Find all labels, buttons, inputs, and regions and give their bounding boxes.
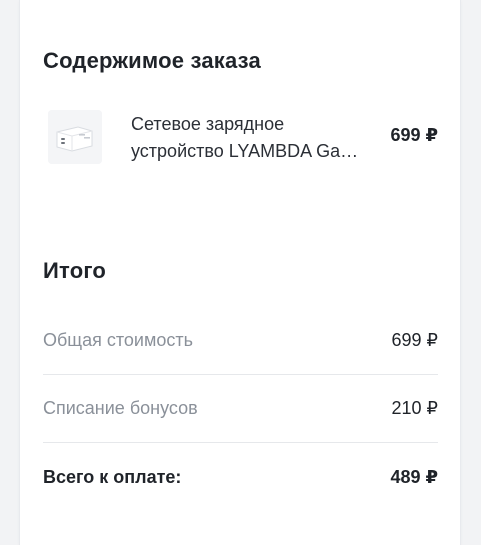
order-item[interactable]: Сетевое зарядное устройство LYAMBDA Ga… … [48, 108, 440, 168]
total-value: 489 ₽ [390, 466, 438, 487]
charger-icon [48, 110, 102, 164]
summary-row-subtotal: Общая стоимость 699 ₽ [43, 307, 438, 375]
charger-product-image[interactable] [48, 110, 102, 164]
summary-list: Общая стоимость 699 ₽ Списание бонусов 2… [43, 307, 438, 511]
bonus-value: 210 ₽ [391, 398, 439, 418]
summary-row-total: Всего к оплате: 489 ₽ [43, 443, 438, 511]
summary-title: Итого [43, 258, 107, 283]
subtotal-value: 699 ₽ [391, 330, 439, 350]
subtotal-label: Общая стоимость [43, 330, 193, 350]
item-name[interactable]: Сетевое зарядное устройство LYAMBDA Ga… [131, 111, 371, 165]
order-contents-title: Содержимое заказа [43, 48, 261, 73]
total-label: Всего к оплате: [43, 466, 182, 487]
summary-row-bonus: Списание бонусов 210 ₽ [43, 375, 438, 443]
bonus-label: Списание бонусов [43, 398, 198, 418]
order-card: Содержимое заказа Сетевое зарядное устро… [20, 0, 460, 545]
item-price: 699 ₽ [390, 125, 438, 145]
